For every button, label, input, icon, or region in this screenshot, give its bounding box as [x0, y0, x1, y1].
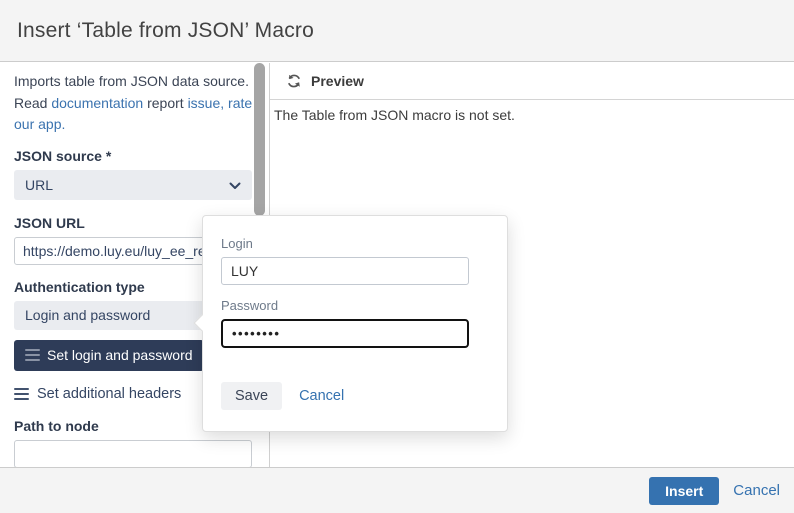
insert-macro-dialog: Insert ‘Table from JSON’ Macro Imports t…: [0, 0, 794, 513]
chevron-down-icon: [229, 177, 241, 193]
preview-title: Preview: [311, 73, 364, 89]
dialog-header: Insert ‘Table from JSON’ Macro: [0, 0, 794, 62]
save-button[interactable]: Save: [221, 382, 282, 410]
dialog-footer: Insert Cancel: [0, 467, 794, 513]
popup-cancel-button[interactable]: Cancel: [299, 388, 344, 404]
json-source-select[interactable]: URL: [14, 170, 252, 200]
cancel-button[interactable]: Cancel: [733, 482, 780, 499]
preview-message: The Table from JSON macro is not set.: [270, 100, 794, 130]
path-to-node-input[interactable]: [14, 440, 252, 468]
password-input[interactable]: [221, 319, 469, 348]
preview-header: Preview: [270, 63, 794, 100]
json-source-label: JSON source *: [14, 148, 253, 164]
refresh-icon[interactable]: [286, 73, 302, 89]
popup-actions: Save Cancel: [221, 382, 489, 410]
password-label: Password: [221, 298, 489, 313]
insert-button[interactable]: Insert: [649, 477, 719, 505]
dialog-title: Insert ‘Table from JSON’ Macro: [17, 19, 314, 43]
sidebar-scrollbar[interactable]: [254, 63, 265, 216]
set-login-password-button[interactable]: Set login and password: [14, 340, 204, 371]
set-login-password-label: Set login and password: [47, 347, 193, 363]
login-input[interactable]: [221, 257, 469, 285]
hamburger-icon: [25, 349, 40, 361]
login-password-popup: Login Password Save Cancel: [202, 215, 508, 432]
login-label: Login: [221, 236, 489, 251]
macro-description: Imports table from JSON data source. Rea…: [14, 71, 256, 136]
set-additional-headers-label: Set additional headers: [37, 386, 181, 402]
json-source-value: URL: [25, 177, 53, 193]
hamburger-icon: [14, 388, 29, 400]
documentation-link[interactable]: documentation: [51, 95, 143, 111]
report-issue-link[interactable]: issue,: [188, 95, 225, 111]
description-text: report: [143, 95, 187, 111]
set-additional-headers-button[interactable]: Set additional headers: [14, 386, 181, 402]
auth-type-value: Login and password: [25, 307, 150, 323]
